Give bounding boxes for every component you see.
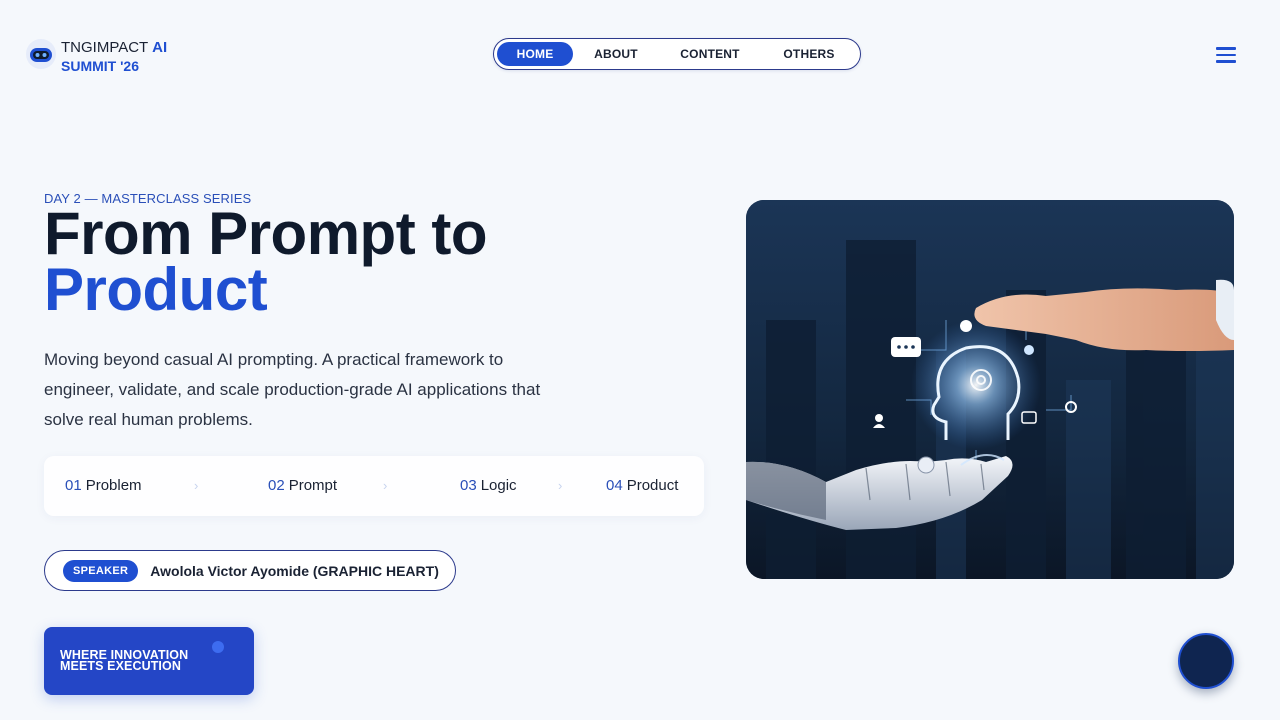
- step-label: Logic: [480, 477, 517, 494]
- cta-button[interactable]: WHERE INNOVATION MEETS EXECUTION: [44, 627, 254, 695]
- step-number: 04: [606, 477, 623, 494]
- cta-label: WHERE INNOVATION MEETS EXECUTION: [60, 649, 188, 673]
- brand-name: TNGIMPACT AI SUMMIT '26: [61, 38, 167, 76]
- chevron-right-icon: ›: [558, 478, 563, 493]
- hero-headline-line2: Product: [44, 256, 268, 323]
- nav-item-others[interactable]: OTHERS: [761, 42, 857, 66]
- nav-item-about[interactable]: ABOUT: [573, 42, 659, 66]
- step-label: Prompt: [288, 477, 338, 494]
- step-number: 01: [65, 477, 82, 494]
- robot-logo-icon: [26, 39, 56, 69]
- step-item: 03 Logic: [460, 477, 517, 494]
- brand-name-accent: AI: [152, 39, 168, 56]
- chevron-right-icon: ›: [383, 478, 388, 493]
- speaker-badge: SPEAKER: [63, 559, 139, 582]
- step-item: 02 Prompt: [268, 477, 337, 494]
- speaker-pill: SPEAKER Awolola Victor Ayomide (GRAPHIC …: [44, 550, 456, 591]
- process-steps: 01 Problem › 02 Prompt › 03 Logic › 04 Produ…: [44, 456, 704, 516]
- chevron-right-icon: ›: [194, 478, 199, 493]
- brand-logo[interactable]: TNGIMPACT AI SUMMIT '26: [25, 38, 167, 76]
- step-item: 01 Problem: [65, 477, 142, 494]
- nav-item-home[interactable]: HOME: [497, 42, 573, 66]
- hamburger-menu-icon[interactable]: [1216, 47, 1236, 63]
- step-number: 03: [460, 477, 477, 494]
- robot-hand-ai-head-image: [746, 200, 1234, 579]
- hero-headline: From Prompt to Product: [44, 204, 487, 323]
- hero-image: [746, 200, 1234, 579]
- step-label: Problem: [85, 477, 142, 494]
- floating-action-button[interactable]: [1178, 633, 1234, 689]
- cta-label-line2: MEETS EXECUTION: [60, 659, 181, 673]
- main-nav: HOME ABOUT CONTENT OTHERS: [493, 38, 861, 70]
- brand-name-main: TNGIMPACT: [61, 39, 148, 56]
- speaker-name: Awolola Victor Ayomide (GRAPHIC HEART): [150, 562, 439, 579]
- hero-description: Moving beyond casual AI prompting. A pra…: [44, 350, 541, 429]
- brand-name-line2: SUMMIT '26: [61, 58, 140, 74]
- step-label: Product: [626, 477, 679, 494]
- nav-item-content[interactable]: CONTENT: [659, 42, 761, 66]
- step-item: 04 Product: [606, 477, 678, 494]
- step-number: 02: [268, 477, 285, 494]
- cta-dot-icon: [212, 641, 224, 653]
